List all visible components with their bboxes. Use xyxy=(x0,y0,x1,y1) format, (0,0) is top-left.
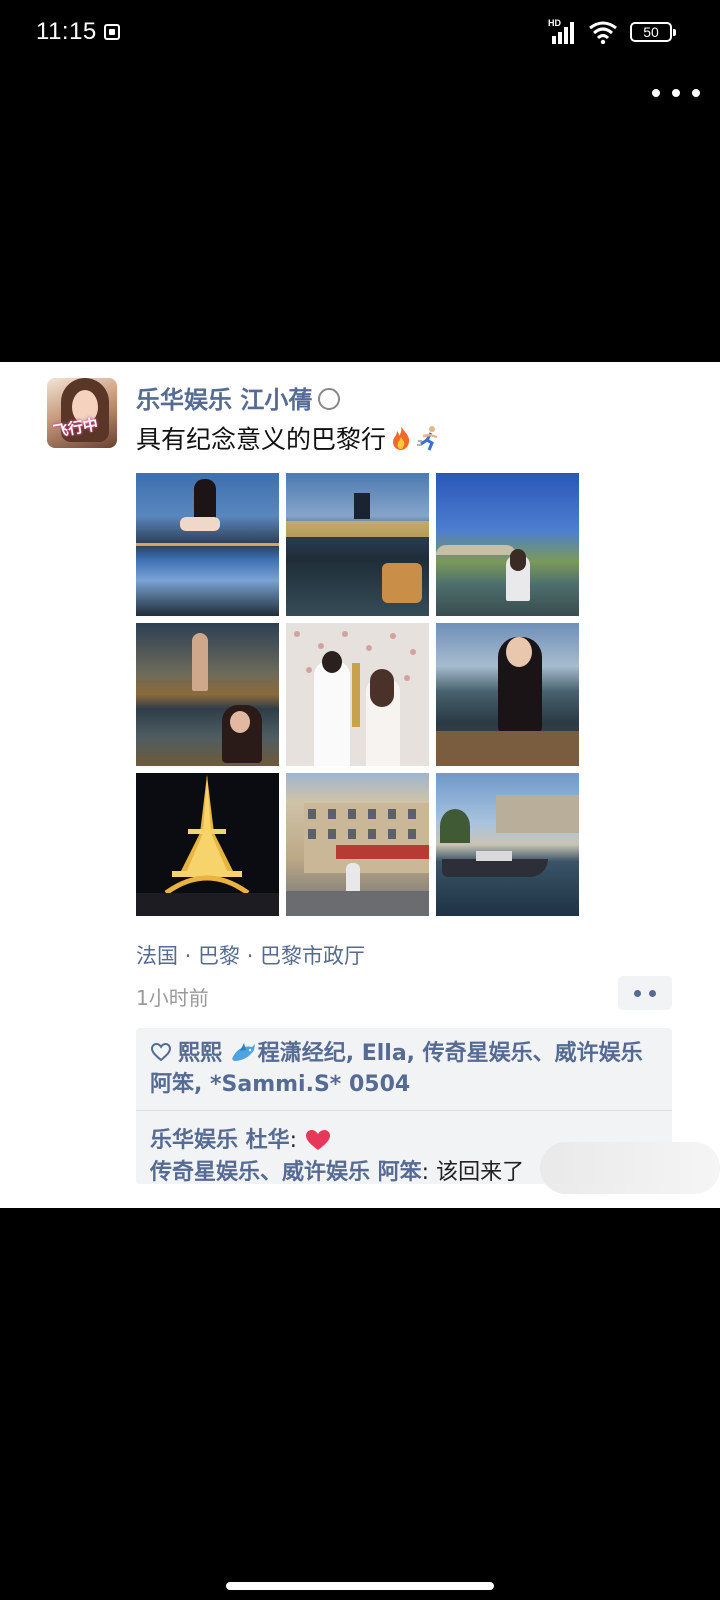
comment-separator: : xyxy=(289,1128,305,1153)
comment-1[interactable]: 乐华娱乐 杜华: xyxy=(150,1122,332,1154)
photo-grid xyxy=(136,473,584,921)
signal-icon: HD xyxy=(548,18,580,44)
comment-separator: : xyxy=(421,1160,437,1185)
post-text-content: 具有纪念意义的巴黎行 xyxy=(136,425,387,454)
photo-9[interactable] xyxy=(436,773,579,916)
photo-2[interactable] xyxy=(286,473,429,616)
comment-2[interactable]: 传奇星娱乐、威许娱乐 阿笨: 该回来了 xyxy=(150,1154,524,1186)
divider xyxy=(136,1110,672,1111)
notification-icon xyxy=(104,24,120,40)
status-bar: 11:15 HD 50 xyxy=(0,0,720,64)
post-text: 具有纪念意义的巴黎行 xyxy=(136,420,444,456)
photo-6[interactable] xyxy=(436,623,579,766)
post-username[interactable]: 乐华娱乐 江小蒨 xyxy=(136,380,341,415)
post-location[interactable]: 法国 · 巴黎 · 巴黎市政厅 xyxy=(136,940,365,970)
username-label[interactable]: 乐华娱乐 江小蒨 xyxy=(136,386,312,414)
heart-filled-icon xyxy=(306,1130,331,1150)
like-names-rest[interactable]: 程潇经纪, Ella, 传奇星娱乐、威许娱乐 阿笨, *Sammi.S* 050… xyxy=(150,1041,643,1097)
blur-overlay xyxy=(540,1142,720,1194)
runner-icon xyxy=(417,426,438,451)
status-ring-icon xyxy=(318,388,341,410)
fire-icon xyxy=(393,426,410,450)
battery-icon: 50 xyxy=(630,22,676,42)
comment-author[interactable]: 传奇星娱乐、威许娱乐 阿笨 xyxy=(150,1160,422,1185)
home-indicator[interactable] xyxy=(226,1582,494,1590)
network-label: HD xyxy=(548,18,561,28)
photo-4[interactable] xyxy=(136,623,279,766)
comment-text: 该回来了 xyxy=(436,1160,525,1185)
photo-5[interactable] xyxy=(286,623,429,766)
battery-level: 50 xyxy=(643,24,659,40)
photo-1[interactable] xyxy=(136,473,279,616)
dolphin-icon xyxy=(231,1043,255,1061)
heart-outline-icon xyxy=(150,1042,172,1062)
post-time: 1小时前 xyxy=(136,986,209,1010)
comment-author[interactable]: 乐华娱乐 杜华 xyxy=(150,1128,290,1153)
status-time: 11:15 xyxy=(36,18,97,45)
like-comment-button[interactable] xyxy=(618,976,672,1010)
photo-7[interactable] xyxy=(136,773,279,916)
wifi-icon xyxy=(589,21,617,44)
avatar[interactable]: 飞行中 xyxy=(47,378,117,448)
moments-post-card: 飞行中 乐华娱乐 江小蒨 具有纪念意义的巴黎行 法国 · 巴黎 · 巴黎市政厅 … xyxy=(0,362,720,1208)
photo-3[interactable] xyxy=(436,473,579,616)
more-options-icon[interactable] xyxy=(652,84,700,102)
likes-list: 熙熙 程潇经纪, Ella, 传奇星娱乐、威许娱乐 阿笨, *Sammi.S* … xyxy=(150,1038,662,1100)
like-name-first[interactable]: 熙熙 xyxy=(178,1041,222,1066)
photo-8[interactable] xyxy=(286,773,429,916)
